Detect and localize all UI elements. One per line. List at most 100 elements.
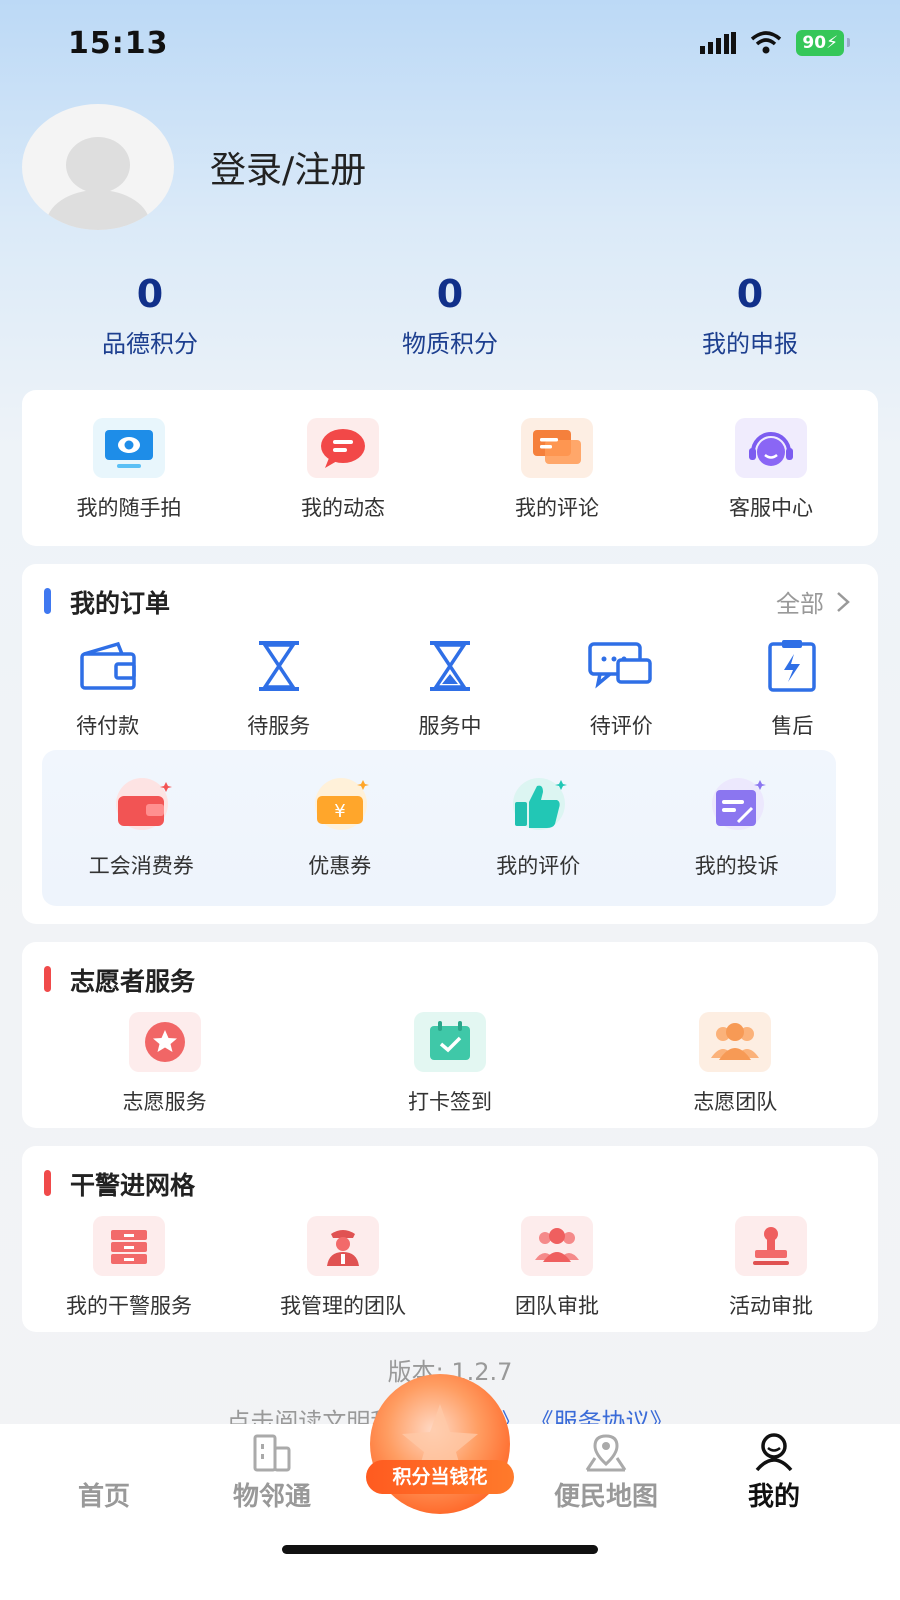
hourglass-running-icon (414, 636, 486, 696)
svg-text:¥: ¥ (334, 801, 345, 822)
order-label: 待付款 (76, 714, 140, 738)
points-spend-label[interactable]: 积分当钱花 (366, 1460, 514, 1494)
status-bar: 15:13 90⚡ (0, 0, 900, 88)
sub-item-complaints[interactable]: 我的投诉 (638, 750, 837, 906)
sub-item-coupon[interactable]: ¥ 优惠券 (241, 750, 440, 906)
officer-icon (307, 1216, 379, 1276)
order-pending-payment[interactable]: 待付款 (22, 636, 193, 740)
team-icon (699, 1012, 772, 1072)
volunteer-title: 志愿者服务 (44, 962, 195, 998)
points-stats: 0 品德积分 0 物质积分 0 我的申报 (0, 270, 900, 359)
tab-map[interactable]: 便民地图 (546, 1432, 666, 1513)
wifi-icon (751, 31, 782, 54)
order-pending-service[interactable]: 待服务 (193, 636, 364, 740)
stat-label: 品德积分 (102, 330, 198, 358)
volunteer-checkin[interactable]: 打卡签到 (307, 1012, 592, 1116)
wallet-icon (72, 636, 144, 696)
login-register-link[interactable]: 登录/注册 (210, 141, 366, 193)
stat-label: 我的申报 (702, 330, 798, 358)
quick-item-label: 客服中心 (729, 496, 813, 520)
quick-item-snapshot[interactable]: 我的随手拍 (22, 418, 236, 522)
tab-mine[interactable]: 我的 (714, 1432, 834, 1513)
headset-icon (735, 418, 807, 478)
chat-icon (585, 636, 657, 696)
quick-item-comments[interactable]: 我的评论 (450, 418, 664, 522)
drawer-icon (93, 1216, 165, 1276)
police-activity-approval[interactable]: 活动审批 (664, 1216, 878, 1320)
police-item-label: 我的干警服务 (66, 1294, 192, 1318)
group-icon (521, 1216, 593, 1276)
stat-value: 0 (436, 272, 464, 316)
orders-title: 我的订单 (44, 584, 170, 620)
volunteer-item-label: 志愿服务 (122, 1090, 207, 1114)
police-grid-card: 干警进网格 我的干警服务 我管理的团队 团队审批 活动审批 (22, 1146, 878, 1332)
quick-item-moments[interactable]: 我的动态 (236, 418, 450, 522)
quick-item-label: 我的随手拍 (76, 496, 182, 520)
profile-header[interactable]: 登录/注册 (22, 104, 366, 230)
stat-value: 0 (136, 272, 164, 316)
order-label: 待服务 (247, 714, 311, 738)
orders-card: 我的订单 全部 待付款 待服务 服务中 待评价 售后 工会消费券 ¥ 优惠券 我… (22, 564, 878, 924)
stat-moral-points[interactable]: 0 品德积分 (0, 270, 300, 359)
tab-neighbor[interactable]: 物邻通 (212, 1432, 332, 1513)
chevron-right-icon (837, 591, 850, 612)
tab-home[interactable]: 首页 (44, 1432, 164, 1513)
map-pin-icon (585, 1434, 627, 1472)
police-my-service[interactable]: 我的干警服务 (22, 1216, 236, 1320)
wallet-coupon-icon (105, 776, 177, 836)
stat-material-points[interactable]: 0 物质积分 (300, 270, 600, 359)
calendar-check-icon (413, 1012, 486, 1072)
view-all-label: 全部 (776, 590, 824, 618)
stat-my-reports[interactable]: 0 我的申报 (600, 270, 900, 359)
camera-icon (93, 418, 165, 478)
status-time: 15:13 (68, 26, 169, 61)
police-title: 干警进网格 (44, 1166, 195, 1202)
status-icons: 90⚡ (700, 30, 850, 56)
orders-subpanel: 工会消费券 ¥ 优惠券 我的评价 我的投诉 (42, 750, 836, 906)
signal-icon (700, 32, 737, 54)
tab-label: 首页 (77, 1482, 130, 1512)
message-icon (307, 418, 379, 478)
star-icon (128, 1012, 201, 1072)
order-after-sales[interactable]: 售后 (707, 636, 878, 740)
police-item-label: 团队审批 (515, 1294, 599, 1318)
police-item-label: 我管理的团队 (280, 1294, 406, 1318)
complaint-icon (701, 776, 773, 836)
quick-item-support[interactable]: 客服中心 (664, 418, 878, 522)
home-indicator (282, 1545, 598, 1554)
user-icon (755, 1433, 793, 1472)
police-team-approval[interactable]: 团队审批 (450, 1216, 664, 1320)
quick-actions-card: 我的随手拍 我的动态 我的评论 客服中心 (22, 390, 878, 546)
quick-item-label: 我的评论 (515, 496, 599, 520)
volunteer-team[interactable]: 志愿团队 (593, 1012, 878, 1116)
sub-item-label: 我的评价 (496, 854, 581, 878)
battery-icon: 90⚡ (796, 30, 850, 56)
quick-item-label: 我的动态 (301, 496, 385, 520)
order-in-service[interactable]: 服务中 (364, 636, 535, 740)
coupon-icon: ¥ (304, 776, 376, 836)
sub-item-label: 工会消费券 (88, 854, 194, 878)
police-item-label: 活动审批 (729, 1294, 813, 1318)
building-icon (253, 1434, 291, 1472)
stat-label: 物质积分 (402, 330, 498, 358)
thumbs-up-icon (502, 776, 574, 836)
police-managed-team[interactable]: 我管理的团队 (236, 1216, 450, 1320)
hourglass-icon (243, 636, 315, 696)
avatar[interactable] (22, 104, 174, 230)
order-label: 服务中 (418, 714, 482, 738)
volunteer-service[interactable]: 志愿服务 (22, 1012, 307, 1116)
orders-view-all[interactable]: 全部 (776, 584, 850, 619)
stat-value: 0 (736, 272, 764, 316)
clipboard-icon (756, 636, 828, 696)
sub-item-union-voucher[interactable]: 工会消费券 (42, 750, 241, 906)
order-pending-review[interactable]: 待评价 (536, 636, 707, 740)
order-label: 待评价 (589, 714, 653, 738)
order-label: 售后 (771, 714, 814, 738)
tab-label: 便民地图 (553, 1482, 658, 1512)
sub-item-label: 我的投诉 (694, 854, 779, 878)
volunteer-item-label: 志愿团队 (693, 1090, 778, 1114)
stamp-icon (735, 1216, 807, 1276)
sub-item-my-reviews[interactable]: 我的评价 (439, 750, 638, 906)
volunteer-card: 志愿者服务 志愿服务 打卡签到 志愿团队 (22, 942, 878, 1128)
sub-item-label: 优惠券 (308, 854, 372, 878)
